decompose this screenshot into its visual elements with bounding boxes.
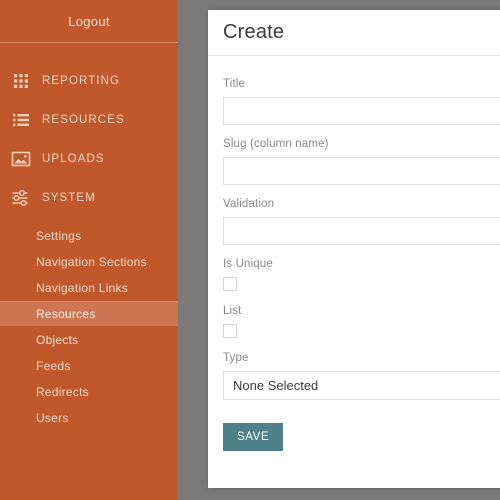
- field-slug: Slug (column name): [223, 138, 500, 185]
- sidebar-item-label: Navigation Sections: [36, 255, 147, 269]
- sidebar-item-label: Objects: [36, 333, 79, 347]
- is-unique-label: Is Unique: [223, 258, 273, 270]
- sidebar-item-resources[interactable]: Resources: [0, 301, 178, 327]
- sidebar-item-objects[interactable]: Objects: [0, 327, 178, 353]
- list-label: List: [223, 305, 242, 317]
- slug-input[interactable]: [223, 157, 500, 185]
- logout-link[interactable]: Logout: [68, 14, 110, 29]
- type-label: Type: [223, 352, 249, 364]
- sidebar-item-settings[interactable]: Settings: [0, 223, 178, 249]
- sidebar-group-resources[interactable]: RESOURCES: [0, 101, 178, 139]
- sidebar-subnav-system: Settings Navigation Sections Navigation …: [0, 217, 178, 431]
- validation-label: Validation: [223, 198, 275, 210]
- sidebar-item-label: Resources: [36, 307, 96, 321]
- modal-body: Title Slug (column name) Validation Is U…: [208, 56, 500, 451]
- field-title: Title: [223, 78, 500, 125]
- sidebar-item-navigation-links[interactable]: Navigation Links: [0, 275, 178, 301]
- is-unique-checkbox[interactable]: [223, 277, 237, 291]
- sidebar-group-uploads[interactable]: UPLOADS: [0, 140, 178, 178]
- type-select[interactable]: None Selected: [223, 371, 500, 400]
- field-is-unique: Is Unique: [223, 258, 500, 291]
- field-type: Type None Selected: [223, 352, 500, 400]
- field-validation: Validation: [223, 198, 500, 245]
- title-label: Title: [223, 78, 246, 90]
- sidebar-item-label: Feeds: [36, 359, 71, 373]
- sidebar-item-label: Settings: [36, 229, 82, 243]
- sidebar-group-label: REPORTING: [42, 75, 121, 87]
- sidebar-group-label: RESOURCES: [42, 114, 125, 126]
- field-list: List: [223, 305, 500, 338]
- sidebar-group-label: SYSTEM: [42, 192, 96, 204]
- title-input[interactable]: [223, 97, 500, 125]
- slug-label: Slug (column name): [223, 138, 329, 150]
- modal-title: Create: [223, 21, 285, 43]
- image-icon: [10, 148, 32, 170]
- sidebar-group-reporting[interactable]: REPORTING: [0, 62, 178, 100]
- sidebar-item-redirects[interactable]: Redirects: [0, 379, 178, 405]
- grid-icon: [10, 70, 32, 92]
- list-icon: [10, 109, 32, 131]
- sidebar-group-system[interactable]: SYSTEM: [0, 179, 178, 217]
- sidebar-item-users[interactable]: Users: [0, 405, 178, 431]
- modal-header: Create: [208, 10, 500, 56]
- sidebar-item-feeds[interactable]: Feeds: [0, 353, 178, 379]
- validation-input[interactable]: [223, 217, 500, 245]
- sidebar-item-navigation-sections[interactable]: Navigation Sections: [0, 249, 178, 275]
- sliders-icon: [10, 187, 32, 209]
- sidebar-group-label: UPLOADS: [42, 153, 105, 165]
- sidebar: Logout REPORTING RESOURCES UPLOADS SYSTE…: [0, 0, 178, 500]
- create-modal: Create Title Slug (column name) Validati…: [208, 10, 500, 488]
- save-button[interactable]: SAVE: [223, 423, 284, 451]
- sidebar-item-label: Navigation Links: [36, 281, 129, 295]
- sidebar-nav: REPORTING RESOURCES UPLOADS SYSTEM Setti…: [0, 43, 178, 431]
- sidebar-item-label: Redirects: [36, 385, 89, 399]
- list-checkbox[interactable]: [223, 324, 237, 338]
- logout-bar: Logout: [0, 0, 178, 43]
- sidebar-item-label: Users: [36, 411, 69, 425]
